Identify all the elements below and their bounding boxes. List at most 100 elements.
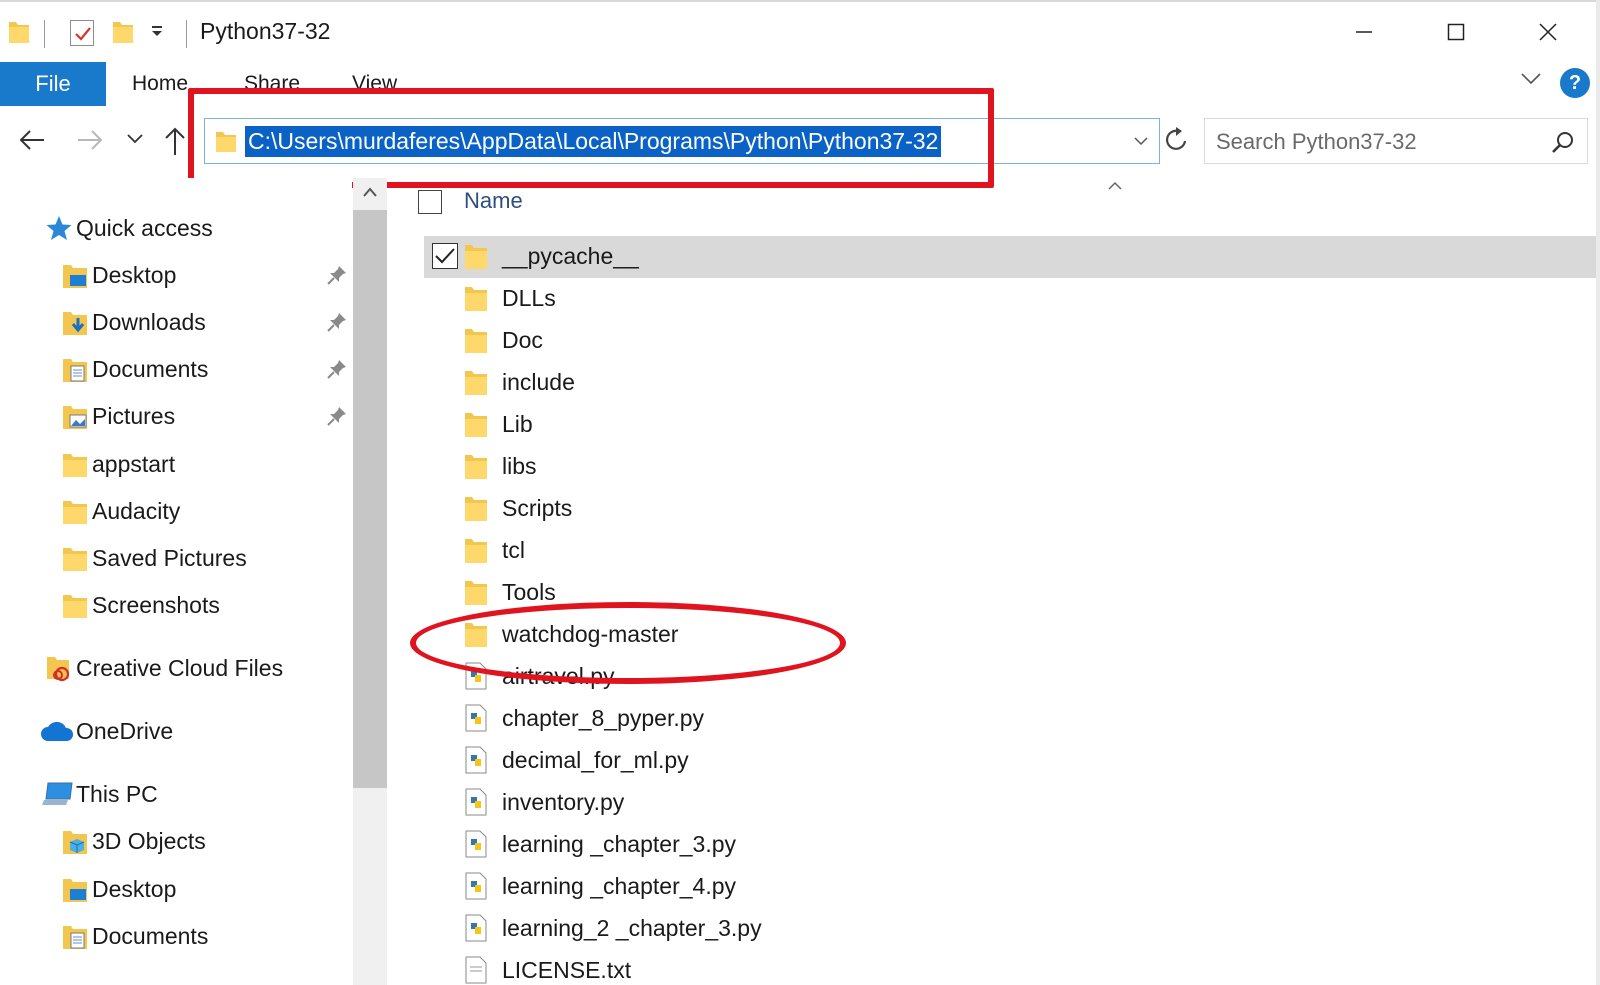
file-row-decimal-for-ml[interactable]: decimal_for_ml.py	[424, 740, 1596, 782]
file-row-learning-2-chapter-3[interactable]: learning_2 _chapter_3.py	[424, 908, 1596, 950]
expand-ribbon-button[interactable]	[1520, 72, 1542, 91]
minimize-button[interactable]	[1334, 10, 1394, 54]
file-row-include[interactable]: include	[424, 362, 1596, 404]
pin-icon[interactable]	[326, 358, 348, 385]
sidebar-scrollbar[interactable]	[353, 178, 387, 985]
row-checkbox[interactable]	[432, 243, 458, 269]
refresh-button[interactable]	[1164, 126, 1190, 159]
file-row-libs[interactable]: libs	[424, 446, 1596, 488]
help-button[interactable]: ?	[1560, 68, 1590, 98]
python-file-icon	[464, 662, 492, 692]
pin-icon[interactable]	[326, 311, 348, 338]
python-file-icon	[464, 746, 492, 776]
sidebar-item-this-pc[interactable]: This PC	[42, 774, 158, 814]
back-button[interactable]	[18, 126, 46, 159]
file-name: airtravel.py	[502, 663, 615, 689]
file-row-tcl[interactable]: tcl	[424, 530, 1596, 572]
up-button[interactable]	[164, 126, 186, 161]
recent-locations-button[interactable]	[126, 132, 144, 151]
file-row-chapter-8-pyper[interactable]: chapter_8_pyper.py	[424, 698, 1596, 740]
address-history-button[interactable]	[1133, 134, 1149, 152]
cloud-icon	[40, 716, 74, 746]
file-name: learning _chapter_3.py	[502, 831, 736, 857]
file-row-learning-chapter-3[interactable]: learning _chapter_3.py	[424, 824, 1596, 866]
file-name: libs	[502, 453, 537, 479]
folder-icon	[60, 449, 90, 479]
creative-cloud-icon	[44, 653, 74, 683]
folder-icon	[464, 326, 492, 356]
text-file-icon	[464, 956, 492, 985]
forward-button[interactable]	[76, 126, 104, 159]
folder-icon	[464, 620, 492, 650]
sidebar-item-label: Quick access	[76, 214, 213, 241]
sidebar-item-saved-pictures[interactable]: Saved Pictures	[60, 538, 247, 578]
arrow-left-icon	[19, 130, 44, 150]
sidebar-item-appstart[interactable]: appstart	[60, 444, 175, 484]
sidebar-item-3d-objects[interactable]: 3D Objects	[60, 821, 206, 861]
sidebar-item-quick-access[interactable]: Quick access	[44, 208, 213, 248]
sidebar-item-screenshots[interactable]: Screenshots	[60, 585, 220, 625]
scroll-up-arrow-icon[interactable]	[363, 184, 377, 202]
close-button[interactable]	[1518, 10, 1578, 54]
search-input[interactable]: Search Python37-32	[1204, 118, 1588, 164]
file-name: chapter_8_pyper.py	[502, 705, 705, 731]
sidebar-item-label: Documents	[92, 922, 209, 949]
python-file-icon	[464, 830, 492, 860]
file-list: Name __pycache__ DLLs Doc include Lib li…	[388, 178, 1596, 985]
new-folder-button[interactable]	[112, 18, 134, 49]
sidebar-item-desktop-pc[interactable]: Desktop	[60, 869, 176, 909]
file-row-pycache[interactable]: __pycache__	[424, 236, 1596, 278]
file-row-inventory[interactable]: inventory.py	[424, 782, 1596, 824]
sidebar-item-label: Desktop	[92, 875, 177, 902]
ribbon-tabs: File Home Share View ?	[0, 62, 1600, 106]
refresh-icon	[1166, 127, 1187, 150]
folder-icon	[464, 242, 492, 272]
properties-button[interactable]	[70, 20, 94, 46]
tab-home[interactable]: Home	[132, 72, 188, 96]
sidebar-item-onedrive[interactable]: OneDrive	[40, 711, 173, 751]
sidebar-item-documents[interactable]: Documents	[60, 349, 208, 389]
star-icon	[44, 213, 74, 243]
sidebar-item-downloads[interactable]: Downloads	[60, 302, 206, 342]
tab-file[interactable]: File	[0, 62, 106, 106]
separator	[44, 20, 45, 48]
file-row-tools[interactable]: Tools	[424, 572, 1596, 614]
sidebar-item-label: This PC	[76, 780, 158, 807]
quick-access-dropdown[interactable]	[150, 22, 164, 43]
file-row-dlls[interactable]: DLLs	[424, 278, 1596, 320]
chevron-down-icon	[1134, 137, 1148, 146]
file-name: decimal_for_ml.py	[502, 747, 689, 773]
file-row-lib[interactable]: Lib	[424, 404, 1596, 446]
scroll-thumb[interactable]	[353, 210, 387, 788]
file-row-airtravel[interactable]: airtravel.py	[424, 656, 1596, 698]
file-name: watchdog-master	[502, 621, 679, 647]
select-all-checkbox[interactable]	[418, 190, 442, 214]
top-border	[0, 0, 1600, 2]
column-header-name[interactable]: Name	[464, 188, 523, 214]
python-file-icon	[464, 872, 492, 902]
sidebar-item-label: Pictures	[92, 402, 176, 429]
tab-view[interactable]: View	[352, 72, 397, 96]
tab-share[interactable]: Share	[244, 72, 300, 96]
sidebar-item-desktop[interactable]: Desktop	[60, 255, 176, 295]
file-row-learning-chapter-4[interactable]: learning _chapter_4.py	[424, 866, 1596, 908]
maximize-button[interactable]	[1426, 10, 1486, 54]
sidebar-item-pictures[interactable]: Pictures	[60, 396, 175, 436]
file-row-scripts[interactable]: Scripts	[424, 488, 1596, 530]
sidebar-item-audacity[interactable]: Audacity	[60, 491, 180, 531]
pin-icon[interactable]	[326, 264, 348, 291]
file-row-license[interactable]: LICENSE.txt	[424, 950, 1596, 985]
sidebar-item-label: OneDrive	[76, 717, 174, 744]
sidebar-item-label: Downloads	[92, 308, 206, 335]
folder-icon	[464, 452, 492, 482]
file-row-doc[interactable]: Doc	[424, 320, 1596, 362]
pin-icon[interactable]	[326, 405, 348, 432]
address-bar[interactable]: C:\Users\murdaferes\AppData\Local\Progra…	[204, 118, 1160, 164]
sidebar-item-label: Audacity	[92, 497, 181, 524]
documents-folder-icon	[60, 354, 90, 384]
address-path[interactable]: C:\Users\murdaferes\AppData\Local\Progra…	[245, 126, 942, 157]
close-icon	[1539, 23, 1557, 41]
sidebar-item-documents-pc[interactable]: Documents	[60, 916, 208, 956]
sidebar-item-creative-cloud-files[interactable]: Creative Cloud Files	[44, 648, 283, 688]
file-row-watchdog-master[interactable]: watchdog-master	[424, 614, 1596, 656]
